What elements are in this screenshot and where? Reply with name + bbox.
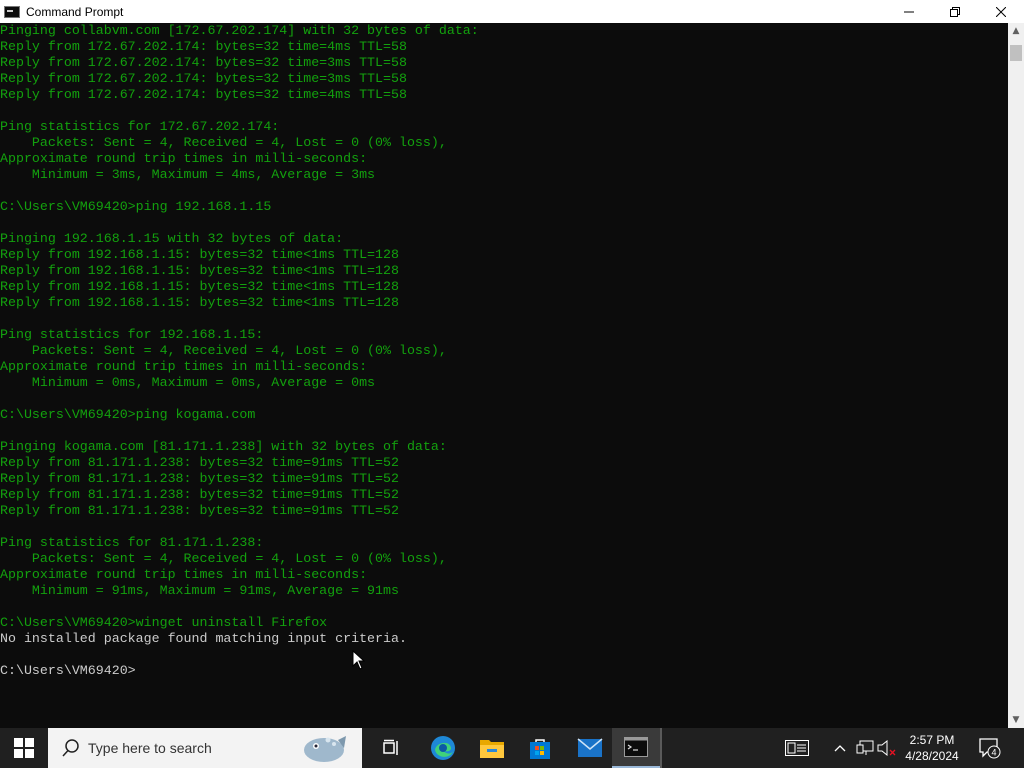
console-line: Ping statistics for 172.67.202.174: <box>0 119 280 134</box>
notification-count: 4 <box>991 748 996 758</box>
input-indicator-button[interactable] <box>780 728 814 768</box>
console-line: C:\Users\VM69420>ping kogama.com <box>0 407 256 422</box>
console-line: Reply from 192.168.1.15: bytes=32 time<1… <box>0 263 399 278</box>
window-title: Command Prompt <box>26 4 124 19</box>
scrollbar-thumb[interactable] <box>1010 45 1022 61</box>
console-line: Minimum = 3ms, Maximum = 4ms, Average = … <box>0 167 376 182</box>
show-hidden-icons-button[interactable] <box>830 728 850 768</box>
mail-icon <box>577 738 603 757</box>
console-line: Approximate round trip times in milli-se… <box>0 151 368 166</box>
restore-button[interactable] <box>932 0 978 23</box>
chevron-up-icon <box>834 745 846 752</box>
title-bar[interactable]: Command Prompt <box>0 0 1024 23</box>
clock-time: 2:57 PM <box>909 733 955 747</box>
console-line: Reply from 81.171.1.238: bytes=32 time=9… <box>0 471 399 486</box>
file-explorer-icon <box>480 740 504 758</box>
taskbar-command-prompt-button[interactable] <box>612 728 660 768</box>
console-line: Ping statistics for 192.168.1.15: <box>0 327 264 342</box>
console-line: Ping statistics for 81.171.1.238: <box>0 535 264 550</box>
volume-muted-icon <box>877 740 896 756</box>
start-button[interactable] <box>0 728 48 768</box>
console-line: Reply from 192.168.1.15: bytes=32 time<1… <box>0 295 399 310</box>
taskbar-mail-button[interactable] <box>566 728 614 768</box>
taskbar: Type here to search 2:57 PM 4/28/2024 4 <box>0 728 1024 768</box>
clock[interactable]: 2:57 PM 4/28/2024 <box>896 728 968 768</box>
console-line: Packets: Sent = 4, Received = 4, Lost = … <box>0 343 447 358</box>
console-line: Minimum = 91ms, Maximum = 91ms, Average … <box>0 583 399 598</box>
console-line: Minimum = 0ms, Maximum = 0ms, Average = … <box>0 375 376 390</box>
console-line: Pinging 192.168.1.15 with 32 bytes of da… <box>0 231 344 246</box>
action-center-button[interactable]: 4 <box>970 728 1010 768</box>
minimize-button[interactable] <box>886 0 932 23</box>
console-line: C:\Users\VM69420>ping 192.168.1.15 <box>0 199 272 214</box>
console-line: Approximate round trip times in milli-se… <box>0 359 368 374</box>
console-line: C:\Users\VM69420>winget uninstall Firefo… <box>0 615 328 630</box>
network-button[interactable] <box>854 728 876 768</box>
task-view-button[interactable] <box>368 728 416 768</box>
console-line: Reply from 81.171.1.238: bytes=32 time=9… <box>0 487 399 502</box>
console-line: Reply from 192.168.1.15: bytes=32 time<1… <box>0 247 399 262</box>
console-line: Reply from 192.168.1.15: bytes=32 time<1… <box>0 279 399 294</box>
close-button[interactable] <box>978 0 1024 23</box>
console-line: Packets: Sent = 4, Received = 4, Lost = … <box>0 135 447 150</box>
volume-button[interactable] <box>876 728 898 768</box>
mouse-cursor-icon <box>352 650 366 670</box>
console-line: Reply from 172.67.202.174: bytes=32 time… <box>0 87 407 102</box>
console-line: Approximate round trip times in milli-se… <box>0 567 368 582</box>
scroll-down-icon[interactable]: ▼ <box>1008 712 1024 728</box>
console-line: Pinging kogama.com [81.171.1.238] with 3… <box>0 439 447 454</box>
taskbar-file-explorer-button[interactable] <box>468 728 516 768</box>
task-view-icon <box>383 739 398 755</box>
console-line: C:\Users\VM69420> <box>0 663 136 678</box>
network-icon <box>856 740 874 755</box>
console-line: Reply from 81.171.1.238: bytes=32 time=9… <box>0 503 399 518</box>
console-line: Pinging collabvm.com [172.67.202.174] wi… <box>0 23 479 38</box>
close-icon <box>996 6 1006 17</box>
taskbar-edge-button[interactable] <box>419 728 467 768</box>
search-icon <box>62 739 79 757</box>
store-icon <box>530 739 550 759</box>
taskbar-store-button[interactable] <box>516 728 564 768</box>
windows-logo-icon <box>14 738 34 758</box>
taskbar-separator <box>660 728 662 768</box>
search-highlight-icon <box>304 736 346 762</box>
search-placeholder: Type here to search <box>88 740 212 756</box>
console-line: Reply from 81.171.1.238: bytes=32 time=9… <box>0 455 399 470</box>
console-line: Packets: Sent = 4, Received = 4, Lost = … <box>0 551 447 566</box>
keyboard-icon <box>785 740 809 756</box>
console-line: Reply from 172.67.202.174: bytes=32 time… <box>0 71 407 86</box>
minimize-icon <box>904 11 914 12</box>
vertical-scrollbar[interactable]: ▲ ▼ <box>1008 23 1024 728</box>
console-line: Reply from 172.67.202.174: bytes=32 time… <box>0 55 407 70</box>
notification-icon: 4 <box>979 738 1001 759</box>
console-output[interactable]: Pinging collabvm.com [172.67.202.174] wi… <box>0 23 1008 728</box>
restore-icon <box>950 6 960 17</box>
clock-date: 4/28/2024 <box>905 749 959 763</box>
search-box[interactable]: Type here to search <box>48 728 362 768</box>
console-line: No installed package found matching inpu… <box>0 631 407 646</box>
command-prompt-icon <box>4 5 20 18</box>
console-line: Reply from 172.67.202.174: bytes=32 time… <box>0 39 407 54</box>
edge-icon <box>431 736 455 760</box>
scroll-up-icon[interactable]: ▲ <box>1008 23 1024 39</box>
command-prompt-icon <box>624 737 648 757</box>
